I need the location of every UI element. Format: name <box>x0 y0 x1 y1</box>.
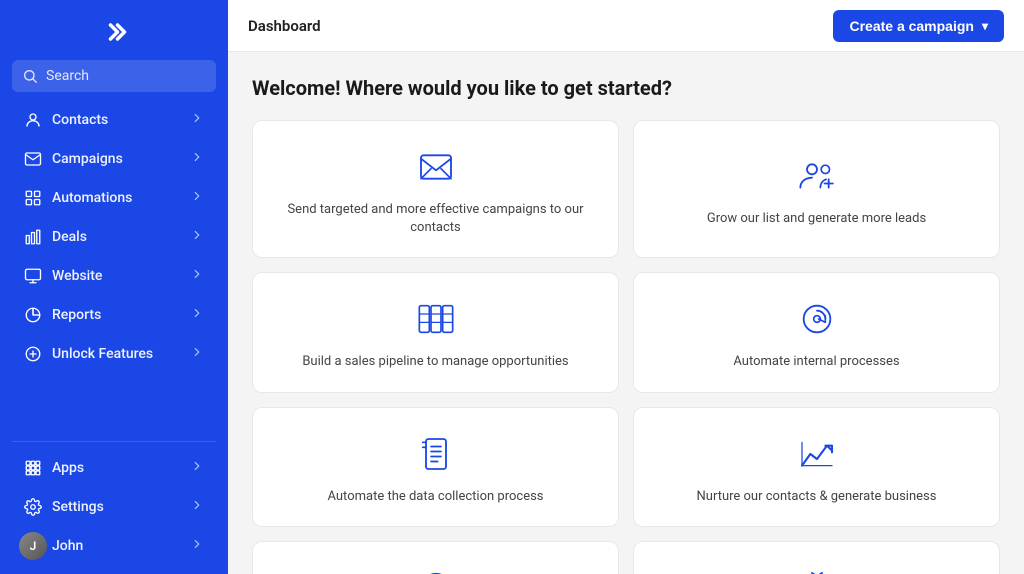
dropdown-caret-icon: ▾ <box>982 19 988 33</box>
sidebar-item-apps[interactable]: Apps <box>8 449 220 487</box>
search-label: Search <box>46 68 89 84</box>
card-gather-data[interactable]: Gather better data from our contacts <box>633 541 1000 574</box>
sidebar-item-label: Unlock Features <box>52 346 180 362</box>
monitor-icon <box>24 267 42 285</box>
sidebar-item-label: Contacts <box>52 112 180 128</box>
envelope-icon <box>414 145 458 189</box>
chevron-icon <box>190 306 204 324</box>
pipeline-icon <box>414 297 458 341</box>
plus-circle-icon <box>24 345 42 363</box>
avatar: J <box>24 537 42 555</box>
sidebar-item-label: Reports <box>52 307 180 323</box>
card-send-campaigns[interactable]: Send targeted and more effective campaig… <box>252 120 619 258</box>
cards-grid: Send targeted and more effective campaig… <box>252 120 1000 574</box>
brand-logo <box>0 0 228 60</box>
sidebar-item-unlock-features[interactable]: Unlock Features <box>8 335 220 373</box>
content-area: Welcome! Where would you like to get sta… <box>228 52 1024 574</box>
sidebar-bottom: Apps Settings J John <box>0 448 228 574</box>
bar-chart-icon <box>24 228 42 246</box>
chevron-right-icon <box>100 18 128 46</box>
gear-icon <box>24 498 42 516</box>
sidebar-item-label: Settings <box>52 499 180 515</box>
card-text: Automate internal processes <box>733 353 899 371</box>
card-text: Send targeted and more effective campaig… <box>273 201 598 237</box>
coin-dollar-icon <box>414 566 458 574</box>
main-content: Dashboard Create a campaign ▾ Welcome! W… <box>228 0 1024 574</box>
sidebar-item-label: John <box>52 538 180 554</box>
create-campaign-label: Create a campaign <box>849 18 974 34</box>
apps-icon <box>24 459 42 477</box>
checklist-icon <box>414 432 458 476</box>
sidebar-item-contacts[interactable]: Contacts <box>8 101 220 139</box>
sidebar-item-label: Campaigns <box>52 151 180 167</box>
chevron-icon <box>190 267 204 285</box>
sidebar-item-label: Website <box>52 268 180 284</box>
sidebar: Search Contacts Campaigns Automations <box>0 0 228 574</box>
sidebar-item-campaigns[interactable]: Campaigns <box>8 140 220 178</box>
card-text: Nurture our contacts & generate business <box>697 488 937 506</box>
sidebar-divider <box>12 441 216 442</box>
card-grow-list[interactable]: Grow our list and generate more leads <box>633 120 1000 258</box>
chevron-icon <box>190 345 204 363</box>
search-input[interactable]: Search <box>12 60 216 92</box>
search-icon <box>22 68 38 84</box>
sidebar-item-website[interactable]: Website <box>8 257 220 295</box>
chevron-icon <box>190 150 204 168</box>
automate-circle-icon <box>795 297 839 341</box>
chevron-icon <box>190 498 204 516</box>
chevron-icon <box>190 459 204 477</box>
card-nurture-contacts[interactable]: Nurture our contacts & generate business <box>633 407 1000 527</box>
sidebar-item-reports[interactable]: Reports <box>8 296 220 334</box>
mail-icon <box>24 150 42 168</box>
card-convert-leads[interactable]: Convert current leads into customers <box>252 541 619 574</box>
create-campaign-button[interactable]: Create a campaign ▾ <box>833 10 1004 42</box>
sidebar-item-deals[interactable]: Deals <box>8 218 220 256</box>
sidebar-item-label: Apps <box>52 460 180 476</box>
topbar: Dashboard Create a campaign ▾ <box>228 0 1024 52</box>
card-text: Automate the data collection process <box>327 488 543 506</box>
sidebar-item-automations[interactable]: Automations <box>8 179 220 217</box>
main-nav: Contacts Campaigns Automations Deals <box>0 100 228 435</box>
sidebar-item-label: Deals <box>52 229 180 245</box>
person-icon <box>24 111 42 129</box>
chevron-icon <box>190 111 204 129</box>
card-automate-processes[interactable]: Automate internal processes <box>633 272 1000 392</box>
dna-icon <box>795 566 839 574</box>
page-title: Dashboard <box>248 17 321 35</box>
people-add-icon <box>795 154 839 198</box>
card-data-collection[interactable]: Automate the data collection process <box>252 407 619 527</box>
card-text: Build a sales pipeline to manage opportu… <box>302 353 568 371</box>
chevron-icon <box>190 189 204 207</box>
sidebar-item-john[interactable]: J John <box>8 527 220 565</box>
card-sales-pipeline[interactable]: Build a sales pipeline to manage opportu… <box>252 272 619 392</box>
chevron-icon <box>190 228 204 246</box>
pie-chart-icon <box>24 306 42 324</box>
welcome-title: Welcome! Where would you like to get sta… <box>252 76 1000 100</box>
sidebar-item-label: Automations <box>52 190 180 206</box>
card-text: Grow our list and generate more leads <box>707 210 926 228</box>
chevron-icon <box>190 537 204 555</box>
chart-up-icon <box>795 432 839 476</box>
grid-icon <box>24 189 42 207</box>
sidebar-item-settings[interactable]: Settings <box>8 488 220 526</box>
